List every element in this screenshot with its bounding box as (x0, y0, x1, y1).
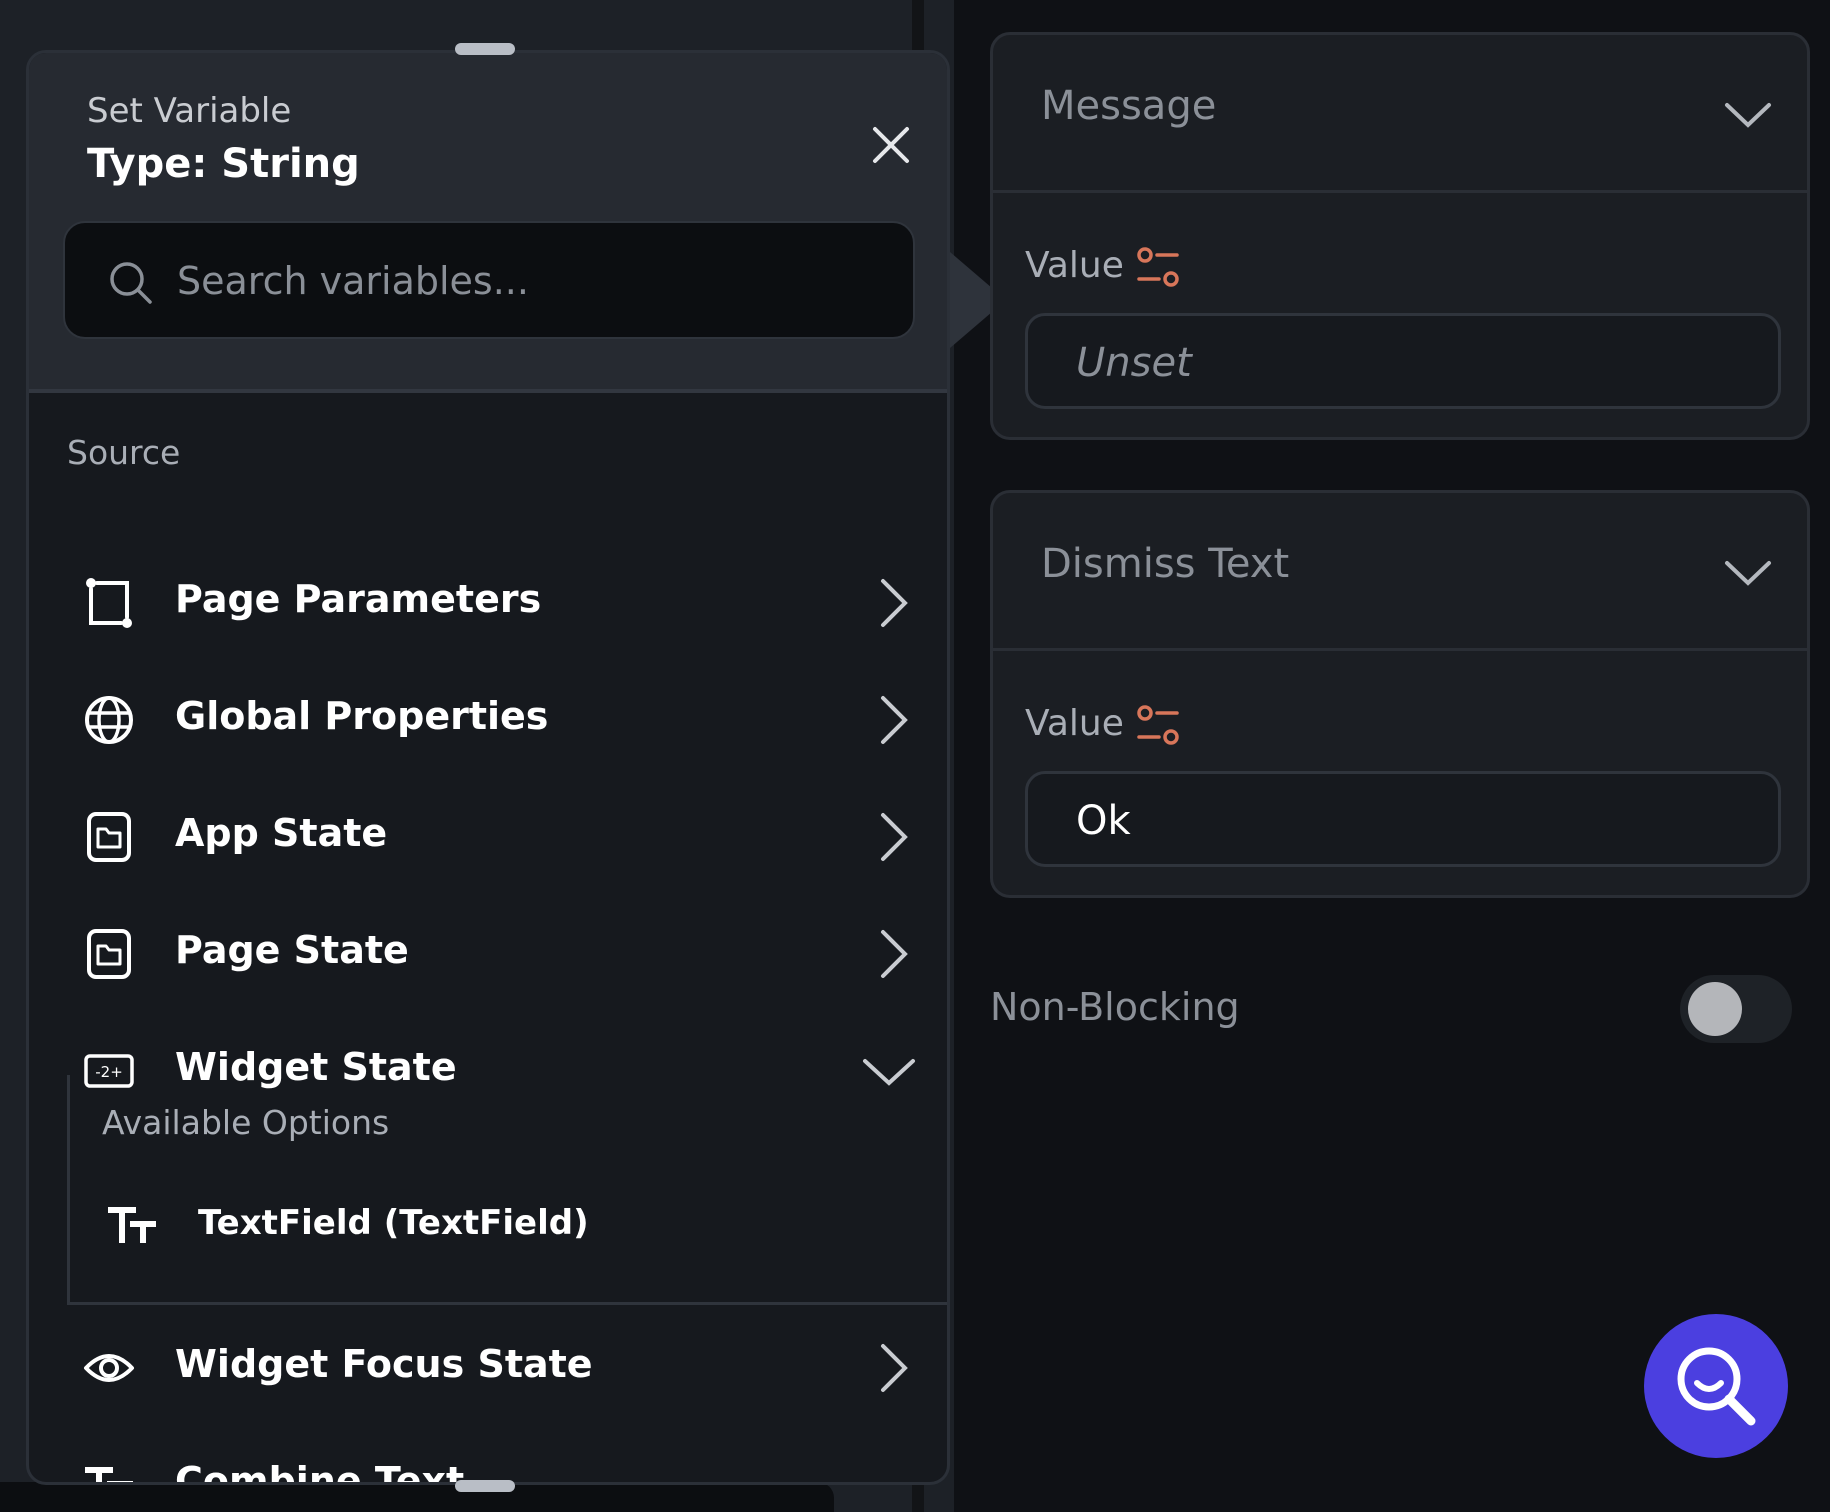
message-value-field[interactable]: Unset (1025, 313, 1781, 409)
non-blocking-label: Non-Blocking (990, 985, 1240, 1029)
text-icon (81, 1457, 137, 1482)
chevron-right-icon (881, 930, 908, 978)
chevron-down-icon (1725, 561, 1771, 586)
dismiss-value-label: Value (1025, 703, 1124, 744)
variable-settings-icon[interactable] (1135, 245, 1181, 291)
page-parameters-icon (81, 575, 137, 631)
source-item-app-state[interactable]: App State (29, 777, 947, 893)
message-title: Message (1041, 83, 1217, 129)
source-item-page-parameters[interactable]: Page Parameters (29, 543, 947, 659)
chevron-right-icon (881, 579, 908, 627)
chevron-right-icon (881, 813, 908, 861)
source-item-page-state[interactable]: Page State (29, 894, 947, 1010)
text-icon (108, 1207, 156, 1243)
source-item-label: Global Properties (175, 694, 549, 738)
non-blocking-toggle[interactable] (1680, 975, 1792, 1043)
globe-icon (81, 692, 137, 748)
available-options-label: Available Options (102, 1103, 390, 1142)
chevron-right-icon (881, 696, 908, 744)
message-value-label: Value (1025, 245, 1124, 286)
popup-top-resize-handle[interactable] (455, 43, 515, 55)
source-item-label: Page State (175, 928, 409, 972)
search-icon (1677, 1347, 1756, 1426)
toggle-knob (1688, 982, 1742, 1036)
variable-settings-icon[interactable] (1135, 703, 1181, 749)
source-item-label: App State (175, 811, 388, 855)
app-state-icon (81, 809, 137, 865)
search-box[interactable] (63, 221, 915, 339)
popup-subtitle: Set Variable (87, 91, 292, 131)
dismiss-value-field[interactable]: Ok (1025, 771, 1781, 867)
horizontal-scrollbar[interactable] (0, 1482, 834, 1512)
message-card-header[interactable]: Message (993, 35, 1807, 193)
search-fab-button[interactable] (1644, 1314, 1788, 1458)
dismiss-value-text: Ok (1076, 798, 1131, 844)
dismiss-text-card-header[interactable]: Dismiss Text (993, 493, 1807, 651)
search-input[interactable] (177, 243, 877, 319)
dismiss-text-card: Dismiss Text Value Ok (990, 490, 1810, 898)
source-item-widget-focus-state[interactable]: Widget Focus State (29, 1308, 947, 1424)
page-state-icon (81, 926, 137, 982)
dismiss-text-title: Dismiss Text (1041, 541, 1290, 587)
source-item-combine-text[interactable]: Combine Text (29, 1425, 947, 1485)
source-item-global-properties[interactable]: Global Properties (29, 660, 947, 776)
popup-header: Set Variable Type: String (29, 53, 947, 393)
widget-state-options: Available Options TextField (TextField) (67, 1075, 947, 1305)
source-section-label: Source (67, 433, 181, 472)
source-item-label: Page Parameters (175, 577, 542, 621)
popup-bottom-resize-handle[interactable] (455, 1480, 515, 1492)
source-item-label: Widget Focus State (175, 1342, 593, 1386)
set-variable-popup: Set Variable Type: String Source (26, 50, 950, 1485)
search-icon (107, 259, 155, 307)
source-item-label: Combine Text (175, 1459, 465, 1485)
message-card: Message Value Unset (990, 32, 1810, 440)
eye-icon (81, 1340, 137, 1396)
close-button[interactable] (861, 115, 921, 175)
chevron-down-icon (1725, 103, 1771, 128)
chevron-right-icon (881, 1344, 908, 1392)
option-label: TextField (TextField) (198, 1203, 589, 1243)
close-icon (873, 127, 909, 163)
popup-title: Type: String (87, 141, 360, 187)
message-value-text: Unset (1076, 340, 1192, 386)
option-textfield[interactable]: TextField (TextField) (70, 1185, 947, 1275)
